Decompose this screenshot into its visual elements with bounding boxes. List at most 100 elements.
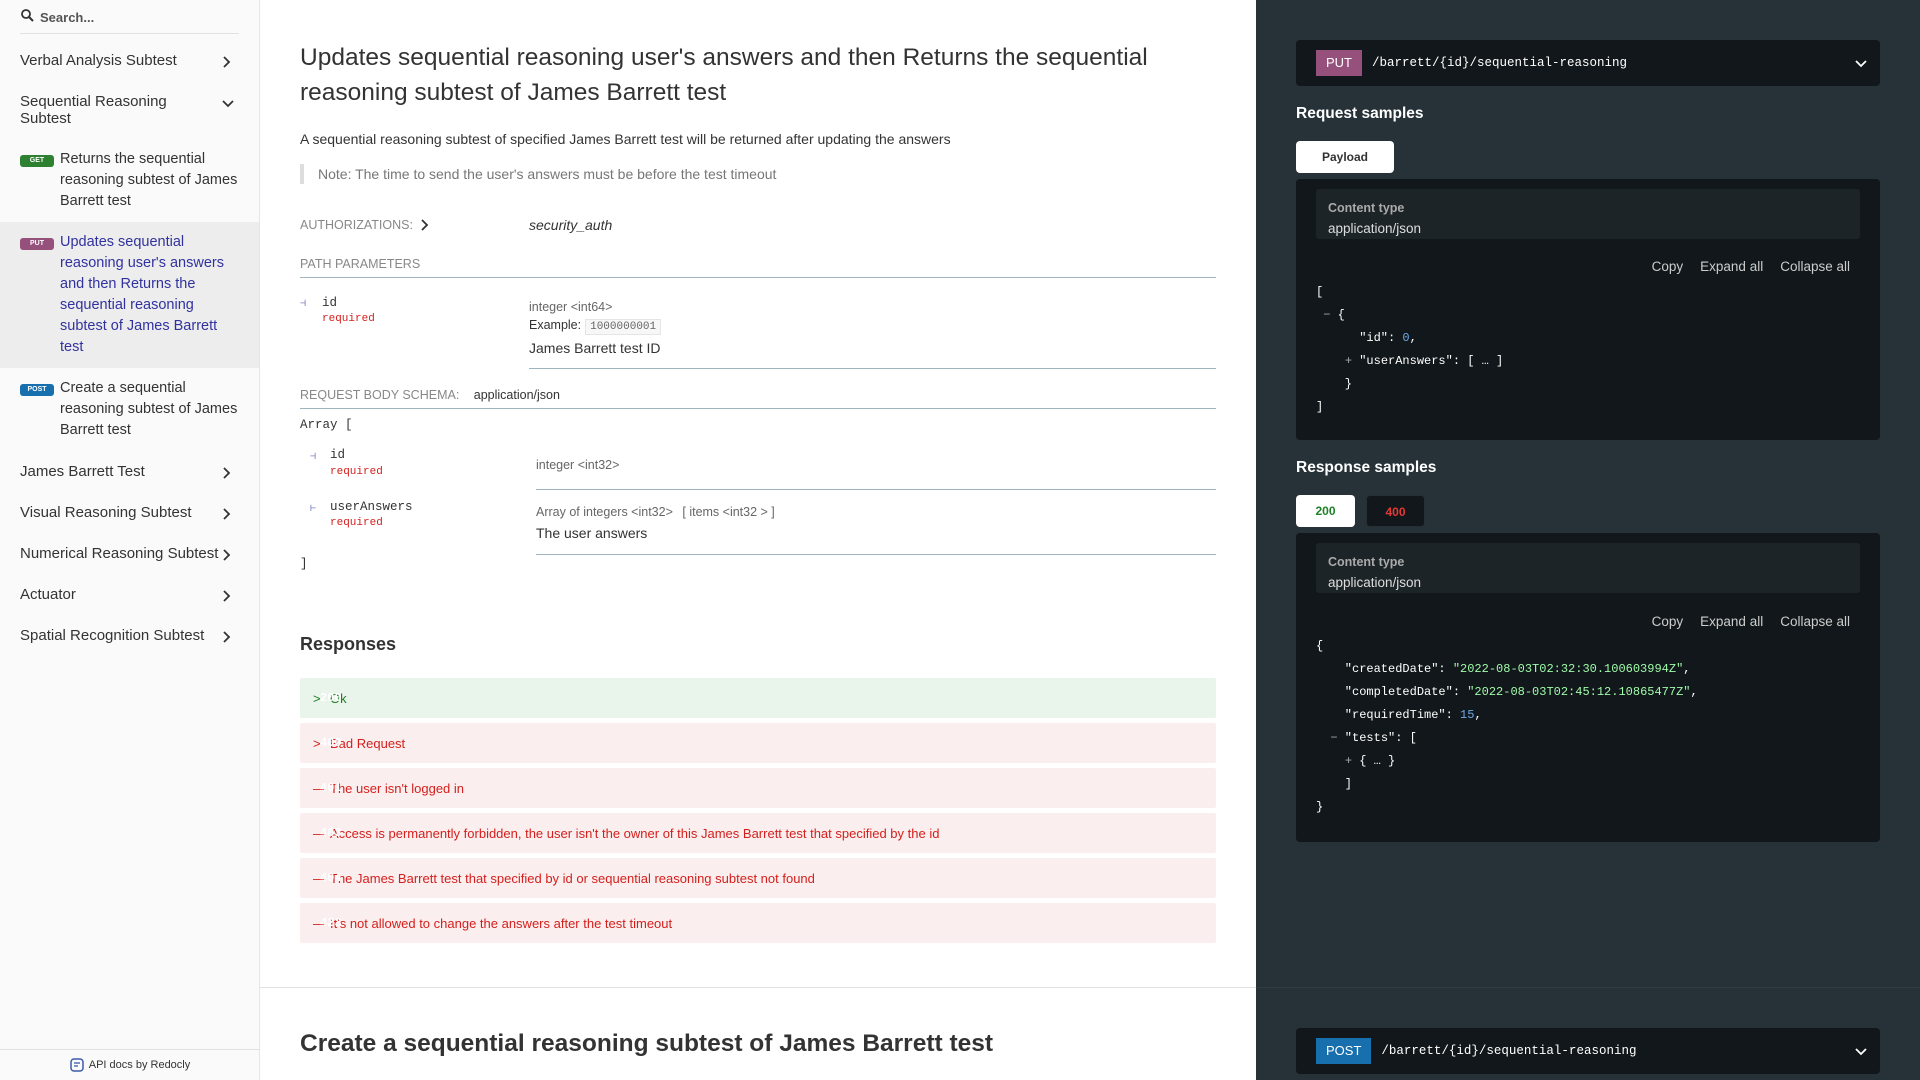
expand-all-button[interactable]: Expand all: [1700, 259, 1763, 274]
sidebar-item-label: Sequential Reasoning Subtest: [20, 93, 167, 127]
divider: [536, 489, 1216, 490]
copy-button[interactable]: Copy: [1652, 259, 1684, 274]
endpoint-method: PUT: [1316, 50, 1362, 76]
sidebar-item-actuator[interactable]: Actuator: [0, 574, 259, 615]
expand-all-button[interactable]: Expand all: [1700, 614, 1763, 629]
response-json: { "createdDate": "2022-08-03T02:32:30.10…: [1316, 639, 1698, 814]
sidebar-item-sequential-reasoning[interactable]: Sequential Reasoning Subtest: [0, 81, 259, 139]
tab-response-400[interactable]: 400: [1366, 495, 1425, 527]
sidebar-item-label: Actuator: [20, 586, 76, 603]
collapse-all-button[interactable]: Collapse all: [1780, 614, 1850, 629]
chevron-right-icon: [421, 219, 429, 231]
body-field-required: required: [330, 517, 383, 529]
authorizations-label: AUTHORIZATIONS:: [300, 218, 413, 232]
content-type-label: Content type: [1328, 201, 1405, 215]
tree-connector-icon: ⊣: [300, 299, 307, 310]
chevron-down-icon: [1855, 60, 1867, 68]
sidebar-item-visual-reasoning[interactable]: Visual Reasoning Subtest: [0, 492, 259, 533]
authorizations-toggle[interactable]: AUTHORIZATIONS:: [300, 218, 430, 232]
divider: [529, 368, 1216, 369]
body-field-required: required: [330, 466, 383, 478]
content-type-selector[interactable]: Content type application/json: [1316, 189, 1860, 239]
collapse-toggle-icon[interactable]: −: [1330, 731, 1337, 745]
tree-connector-icon: ⊣: [310, 452, 317, 463]
sidebar-subitem-post[interactable]: POST Create a sequential reasoning subte…: [0, 368, 259, 451]
next-endpoint-toggle[interactable]: POST /barrett/{id}/sequential-reasoning: [1296, 1028, 1880, 1074]
chevron-down-icon: [1855, 1048, 1867, 1056]
array-open: Array [: [300, 418, 353, 432]
completed-date-value: "2022-08-03T02:45:12.10865477Z": [1467, 685, 1691, 699]
tab-response-200[interactable]: 200: [1296, 495, 1355, 527]
sample-actions: Copy Expand all Collapse all: [1652, 614, 1850, 629]
example-label: Example:: [529, 318, 582, 332]
created-date-value: "2022-08-03T02:32:30.100603994Z": [1452, 662, 1684, 676]
response-code: 423: [320, 915, 342, 930]
content-type-selector[interactable]: Content type application/json: [1316, 543, 1860, 593]
request-json: [ − { "id": 0, + "userAnswers": [ … ] } …: [1316, 285, 1504, 414]
response-code: 400: [320, 735, 342, 750]
sidebar-item-label: Verbal Analysis Subtest: [20, 52, 177, 69]
body-field-name: id: [330, 448, 346, 462]
sidebar-subitem-get[interactable]: GET Returns the sequential reasoning sub…: [0, 139, 259, 222]
sidebar-item-numerical-reasoning[interactable]: Numerical Reasoning Subtest: [0, 533, 259, 574]
endpoint-toggle[interactable]: PUT /barrett/{id}/sequential-reasoning: [1296, 40, 1880, 86]
response-code: 401: [320, 780, 342, 795]
response-sample-box: Content type application/json Copy Expan…: [1296, 533, 1880, 842]
samples-panel: PUT /barrett/{id}/sequential-reasoning R…: [1256, 0, 1920, 1080]
sidebar-item-label: Spatial Recognition Subtest: [20, 627, 205, 644]
expand-toggle-icon[interactable]: +: [1345, 354, 1352, 368]
response-200[interactable]: > 200 Ok: [300, 678, 1216, 718]
operation-title: Updates sequential reasoning user's answ…: [300, 44, 1148, 106]
sidebar-subitem-label: Updates sequential reasoning user's answ…: [60, 234, 224, 355]
put-method-badge: PUT: [20, 238, 54, 250]
path-param-name: id: [322, 296, 338, 310]
authorization-value: security_auth: [529, 217, 613, 233]
request-body-header: REQUEST BODY SCHEMA: application/json: [300, 386, 1216, 409]
response-samples-title: Response samples: [1296, 459, 1437, 476]
body-field-items: [ items <int32 > ]: [682, 505, 775, 519]
content-type-value: application/json: [1328, 575, 1422, 590]
response-400[interactable]: > 400 Bad Request: [300, 723, 1216, 763]
response-code: 403: [320, 825, 342, 840]
sidebar-item-verbal-analysis[interactable]: Verbal Analysis Subtest: [0, 40, 259, 81]
sidebar-item-label: Visual Reasoning Subtest: [20, 504, 192, 521]
response-code: 404: [320, 870, 342, 885]
sample-actions: Copy Expand all Collapse all: [1652, 259, 1850, 274]
sidebar-item-label: James Barrett Test: [20, 463, 145, 480]
endpoint-method: POST: [1316, 1038, 1372, 1064]
sidebar-item-james-barrett-test[interactable]: James Barrett Test: [0, 451, 259, 492]
sidebar-subitem-put[interactable]: PUT Updates sequential reasoning user's …: [0, 222, 259, 368]
body-field-name: userAnswers: [330, 500, 413, 514]
operation-panel: Updates sequential reasoning user's answ…: [260, 0, 1256, 1080]
tab-payload[interactable]: Payload: [1296, 141, 1394, 173]
expand-toggle-icon[interactable]: +: [1345, 754, 1352, 768]
operation-note: Note: The time to send the user's answer…: [300, 164, 776, 184]
body-field-type-text: Array of integers <int32>: [536, 505, 673, 519]
sidebar-subitem-label: Returns the sequential reasoning subtest…: [60, 151, 238, 209]
endpoint-path: /barrett/{id}/sequential-reasoning: [1381, 1044, 1637, 1058]
collapse-all-button[interactable]: Collapse all: [1780, 259, 1850, 274]
chevron-right-icon: [223, 56, 231, 68]
response-404[interactable]: — 404 The James Barrett test that specif…: [300, 858, 1216, 898]
body-field-type: Array of integers <int32> [ items <int32…: [536, 505, 775, 519]
body-field-type: integer <int32>: [536, 458, 620, 472]
sidebar-nav: Verbal Analysis Subtest Sequential Reaso…: [0, 40, 259, 656]
copy-button[interactable]: Copy: [1652, 614, 1684, 629]
response-401[interactable]: — 401 The user isn't logged in: [300, 768, 1216, 808]
next-operation-title: Create a sequential reasoning subtest of…: [300, 1030, 994, 1057]
response-text: The James Barrett test that specified by…: [330, 870, 815, 886]
path-param-required: required: [322, 313, 375, 325]
collapse-toggle-icon[interactable]: −: [1323, 308, 1330, 322]
redocly-footer-link[interactable]: API docs by Redocly: [0, 1049, 260, 1080]
required-time-value: 15: [1460, 708, 1475, 722]
response-code: 200: [320, 690, 342, 705]
path-param-example: Example: 1000000001: [529, 318, 662, 335]
post-method-badge: POST: [20, 384, 54, 396]
request-body-schema-label: REQUEST BODY SCHEMA:: [300, 388, 460, 402]
responses-title: Responses: [300, 634, 397, 654]
request-sample-box: Content type application/json Copy Expan…: [1296, 179, 1880, 440]
response-423[interactable]: — 423 It's not allowed to change the ans…: [300, 903, 1216, 943]
sidebar-item-spatial-recognition[interactable]: Spatial Recognition Subtest: [0, 615, 259, 656]
response-403[interactable]: — 403 Access is permanently forbidden, t…: [300, 813, 1216, 853]
search-input[interactable]: [40, 6, 240, 28]
